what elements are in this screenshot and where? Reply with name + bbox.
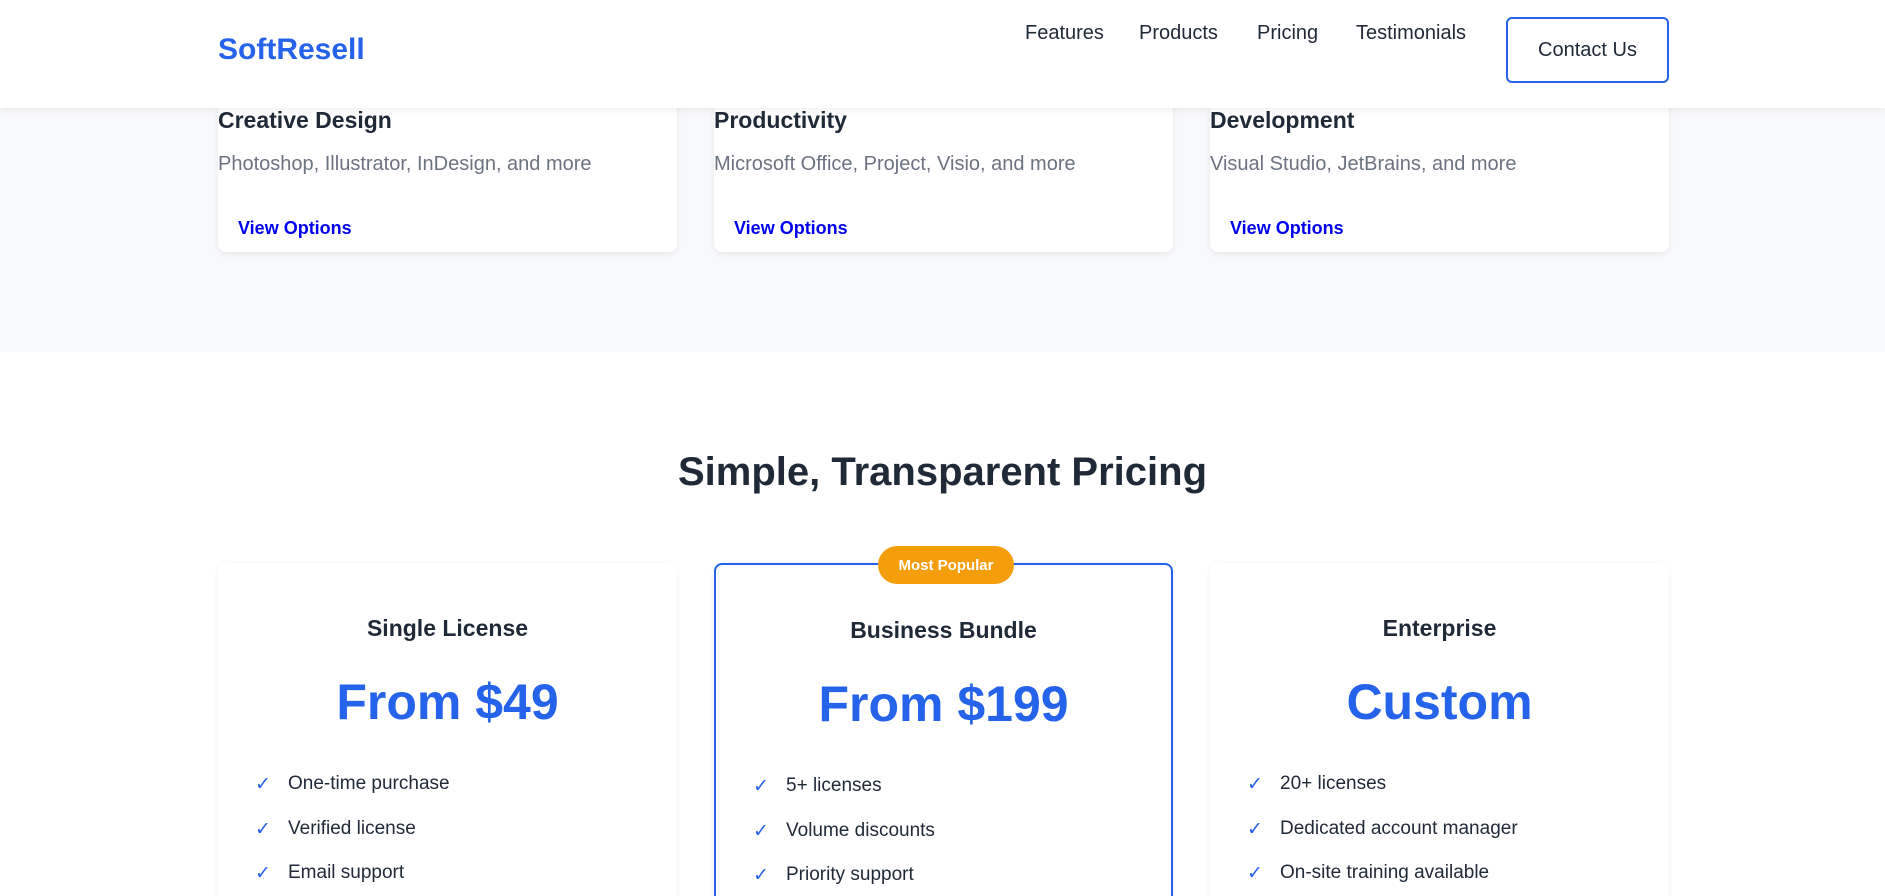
view-options-link[interactable]: View Options [1230,218,1344,239]
check-icon: ✓ [255,774,271,795]
plan-card-business-bundle: Most Popular Business Bundle From $199 ✓… [714,546,1173,896]
plan-features: ✓ One-time purchase ✓ Verified license ✓ Em… [255,773,450,896]
plan-name: Single License [366,615,529,641]
feature-item: ✓ 5+ licenses [753,775,935,820]
feature-item: ✓ Verified license [255,818,450,863]
feature-item: ✓ On-site training available [1247,862,1518,896]
category-description: Microsoft Office, Project, Visio, and mo… [714,153,1076,175]
view-options-link[interactable]: View Options [238,218,352,239]
plan-card-single-license: Single License From $49 ✓ One-time purcha… [218,563,677,896]
feature-label: Email support [288,862,405,883]
feature-label: 20+ licenses [1280,773,1387,794]
feature-label: Volume discounts [786,819,935,841]
feature-label: On-site training available [1280,862,1490,883]
plan-card-enterprise: Enterprise Custom ✓ 20+ licenses ✓ Dedicat… [1210,563,1669,896]
feature-label: Dedicated account manager [1280,817,1518,839]
plan-features: ✓ 20+ licenses ✓ Dedicated account manager… [1247,773,1518,896]
contact-us-button[interactable]: Contact Us [1506,17,1669,83]
check-icon: ✓ [753,865,769,886]
category-description: Photoshop, Illustrator, InDesign, and mo… [218,153,592,175]
feature-item: ✓ Dedicated account manager [1247,818,1518,863]
feature-item: ✓ Email support [255,862,450,896]
check-icon: ✓ [255,863,271,884]
plan-features: ✓ 5+ licenses ✓ Volume discounts ✓ Priority… [753,775,935,896]
plan-name: Business Bundle [850,617,1037,643]
nav-pricing[interactable]: Pricing [1257,22,1318,45]
view-options-link[interactable]: View Options [734,218,848,239]
category-title: Development [1210,107,1355,133]
category-title: Productivity [714,107,847,133]
nav-products[interactable]: Products [1139,22,1218,45]
check-icon: ✓ [1247,818,1263,840]
feature-label: 5+ licenses [786,775,882,796]
plan-price: Custom [1346,674,1533,730]
feature-label: Priority support [786,864,914,885]
logo[interactable]: SoftResell [218,33,365,67]
site-header: SoftResell Features Products Pricing Tes… [0,0,1885,108]
check-icon: ✓ [753,820,769,842]
nav-testimonials[interactable]: Testimonials [1356,22,1466,45]
nav-features[interactable]: Features [1025,22,1104,45]
feature-item: ✓ Priority support [753,864,935,896]
most-popular-badge: Most Popular [878,546,1014,584]
check-icon: ✓ [255,818,271,840]
category-description: Visual Studio, JetBrains, and more [1210,153,1517,175]
feature-item: ✓ 20+ licenses [1247,773,1518,818]
check-icon: ✓ [1247,774,1263,795]
category-title: Creative Design [218,107,392,133]
pricing-title: Simple, Transparent Pricing [677,450,1208,494]
plan-name: Enterprise [1382,615,1497,641]
plan-price: From $49 [336,674,559,730]
feature-item: ✓ One-time purchase [255,773,450,818]
check-icon: ✓ [753,776,769,797]
feature-item: ✓ Volume discounts [753,820,935,865]
feature-label: One-time purchase [288,773,450,794]
check-icon: ✓ [1247,863,1263,884]
feature-label: Verified license [288,817,416,839]
plan-price: From $199 [818,676,1069,732]
page: Creative Design Photoshop, Illustrator, … [0,0,1885,896]
